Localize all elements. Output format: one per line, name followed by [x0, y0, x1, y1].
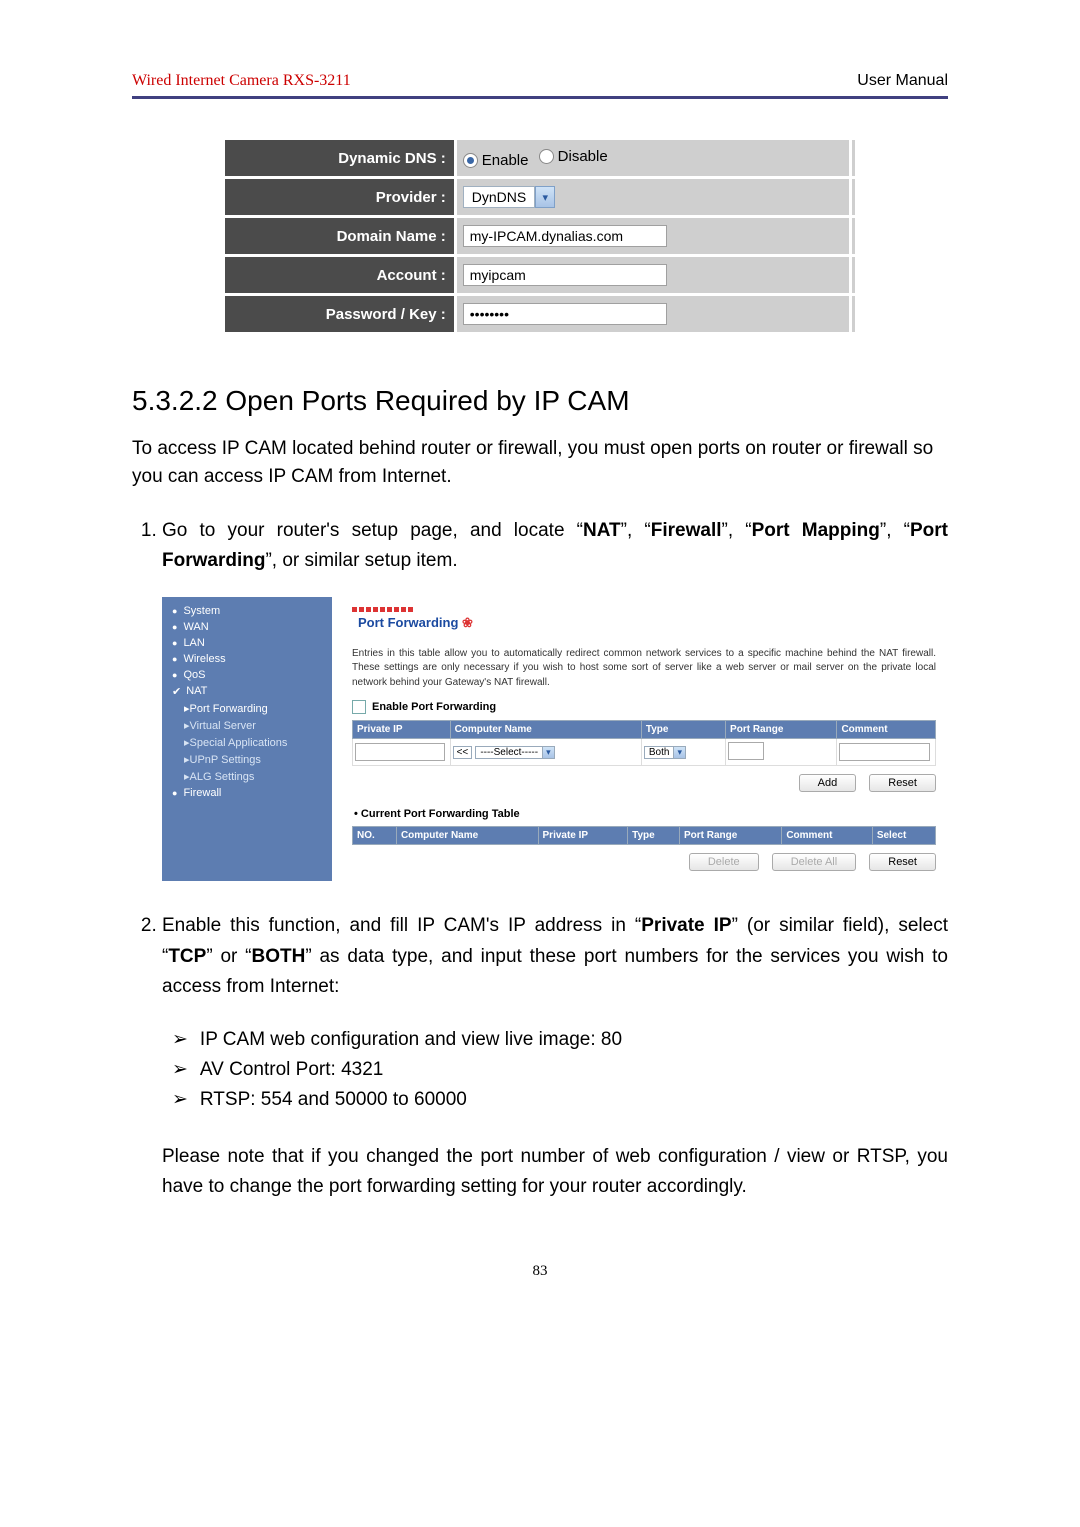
note-paragraph: Please note that if you changed the port…: [162, 1142, 948, 1203]
col-computer-name: Computer Name: [450, 721, 641, 739]
page-header: Wired Internet Camera RXS-3211 User Manu…: [132, 72, 948, 90]
ddns-value-provider: DynDNS ▾: [457, 179, 849, 215]
port-forwarding-add-table: Private IP Computer Name Type Port Range…: [352, 720, 936, 766]
computer-name-select[interactable]: ----Select-----▾: [475, 746, 554, 759]
router-description: Entries in this table allow you to autom…: [352, 647, 936, 691]
port-forwarding-current-table: NO. Computer Name Private IP Type Port R…: [352, 826, 936, 845]
ddns-label-domain: Domain Name :: [225, 218, 454, 254]
radio-dot-icon: [539, 149, 554, 164]
go-button[interactable]: <<: [453, 746, 473, 759]
domain-input[interactable]: my-IPCAM.dynalias.com: [463, 225, 667, 247]
type-select[interactable]: Both▾: [644, 746, 686, 759]
delete-all-button[interactable]: Delete All: [772, 853, 856, 871]
table-row: << ----Select-----▾ Both▾: [353, 739, 936, 766]
provider-select[interactable]: DynDNS ▾: [463, 186, 555, 208]
ddns-settings-table: Dynamic DNS : Enable Disable Provider : …: [222, 137, 858, 335]
col-port-range: Port Range: [726, 721, 837, 739]
radio-dot-icon: [463, 153, 478, 168]
ddns-label-password: Password / Key :: [225, 296, 454, 332]
router-main: Port Forwarding ❀ Entries in this table …: [332, 597, 948, 882]
current-table-title: • Current Port Forwarding Table: [354, 808, 936, 820]
col-comment: Comment: [837, 721, 936, 739]
nav-lan[interactable]: LAN: [162, 635, 332, 651]
steps-list: Go to your router's setup page, and loca…: [132, 516, 948, 1202]
subnav-alg[interactable]: ALG Settings: [162, 768, 332, 785]
col2-no: NO.: [353, 827, 397, 845]
private-ip-input[interactable]: [355, 743, 445, 761]
col2-select: Select: [872, 827, 935, 845]
password-input[interactable]: ••••••••: [463, 303, 667, 325]
list-item: IP CAM web configuration and view live i…: [172, 1025, 948, 1055]
router-title: Port Forwarding ❀: [358, 615, 473, 631]
section-heading: 5.3.2.2 Open Ports Required by IP CAM: [132, 385, 948, 417]
account-input[interactable]: myipcam: [463, 264, 667, 286]
ports-list: IP CAM web configuration and view live i…: [172, 1025, 948, 1116]
step-2: Enable this function, and fill IP CAM's …: [162, 911, 948, 1202]
reset-button[interactable]: Reset: [869, 774, 936, 792]
ddns-label-dns: Dynamic DNS :: [225, 140, 454, 176]
nav-wireless[interactable]: Wireless: [162, 651, 332, 667]
chevron-down-icon: ▾: [673, 747, 685, 758]
col2-comment: Comment: [782, 827, 872, 845]
port-range-input[interactable]: [728, 742, 764, 760]
reset2-button[interactable]: Reset: [869, 853, 936, 871]
delete-button[interactable]: Delete: [689, 853, 759, 871]
chevron-down-icon: ▾: [542, 747, 554, 758]
subnav-upnp[interactable]: UPnP Settings: [162, 751, 332, 768]
router-nav: System WAN LAN Wireless QoS NAT Port For…: [162, 597, 332, 882]
subnav-special-applications[interactable]: Special Applications: [162, 734, 332, 751]
page-number: 83: [132, 1263, 948, 1280]
col-private-ip: Private IP: [353, 721, 451, 739]
col2-computer-name: Computer Name: [396, 827, 538, 845]
ddns-value-dns: Enable Disable: [457, 140, 849, 176]
radio-disable[interactable]: Disable: [539, 148, 608, 165]
product-name: Wired Internet Camera: [132, 72, 279, 89]
nav-nat[interactable]: NAT: [162, 683, 217, 700]
col2-private-ip: Private IP: [538, 827, 628, 845]
nav-system[interactable]: System: [162, 603, 332, 619]
provider-value: DynDNS: [463, 186, 535, 208]
chevron-down-icon: ▾: [535, 186, 555, 208]
enable-port-forwarding[interactable]: Enable Port Forwarding: [352, 700, 936, 714]
step-1: Go to your router's setup page, and loca…: [162, 516, 948, 881]
list-item: RTSP: 554 and 50000 to 60000: [172, 1085, 948, 1115]
add-button[interactable]: Add: [799, 774, 857, 792]
title-decoration-icon: [352, 603, 415, 615]
product-model: RXS-3211: [283, 72, 351, 89]
radio-enable[interactable]: Enable: [463, 152, 529, 169]
manual-label: User Manual: [857, 72, 948, 90]
header-rule: [132, 96, 948, 99]
router-screenshot: System WAN LAN Wireless QoS NAT Port For…: [162, 597, 948, 882]
ddns-label-account: Account :: [225, 257, 454, 293]
nav-wan[interactable]: WAN: [162, 619, 332, 635]
subnav-virtual-server[interactable]: Virtual Server: [162, 717, 332, 734]
ddns-label-provider: Provider :: [225, 179, 454, 215]
checkbox-icon: [352, 700, 366, 714]
list-item: AV Control Port: 4321: [172, 1055, 948, 1085]
col-type: Type: [641, 721, 725, 739]
subnav-port-forwarding[interactable]: Port Forwarding: [162, 700, 332, 717]
radio-enable-label: Enable: [482, 152, 529, 169]
radio-disable-label: Disable: [558, 148, 608, 165]
col2-port-range: Port Range: [680, 827, 782, 845]
comment-input[interactable]: [839, 743, 930, 761]
nav-qos[interactable]: QoS: [162, 667, 332, 683]
intro-paragraph: To access IP CAM located behind router o…: [132, 435, 948, 490]
nav-firewall[interactable]: Firewall: [162, 785, 332, 801]
col2-type: Type: [628, 827, 680, 845]
